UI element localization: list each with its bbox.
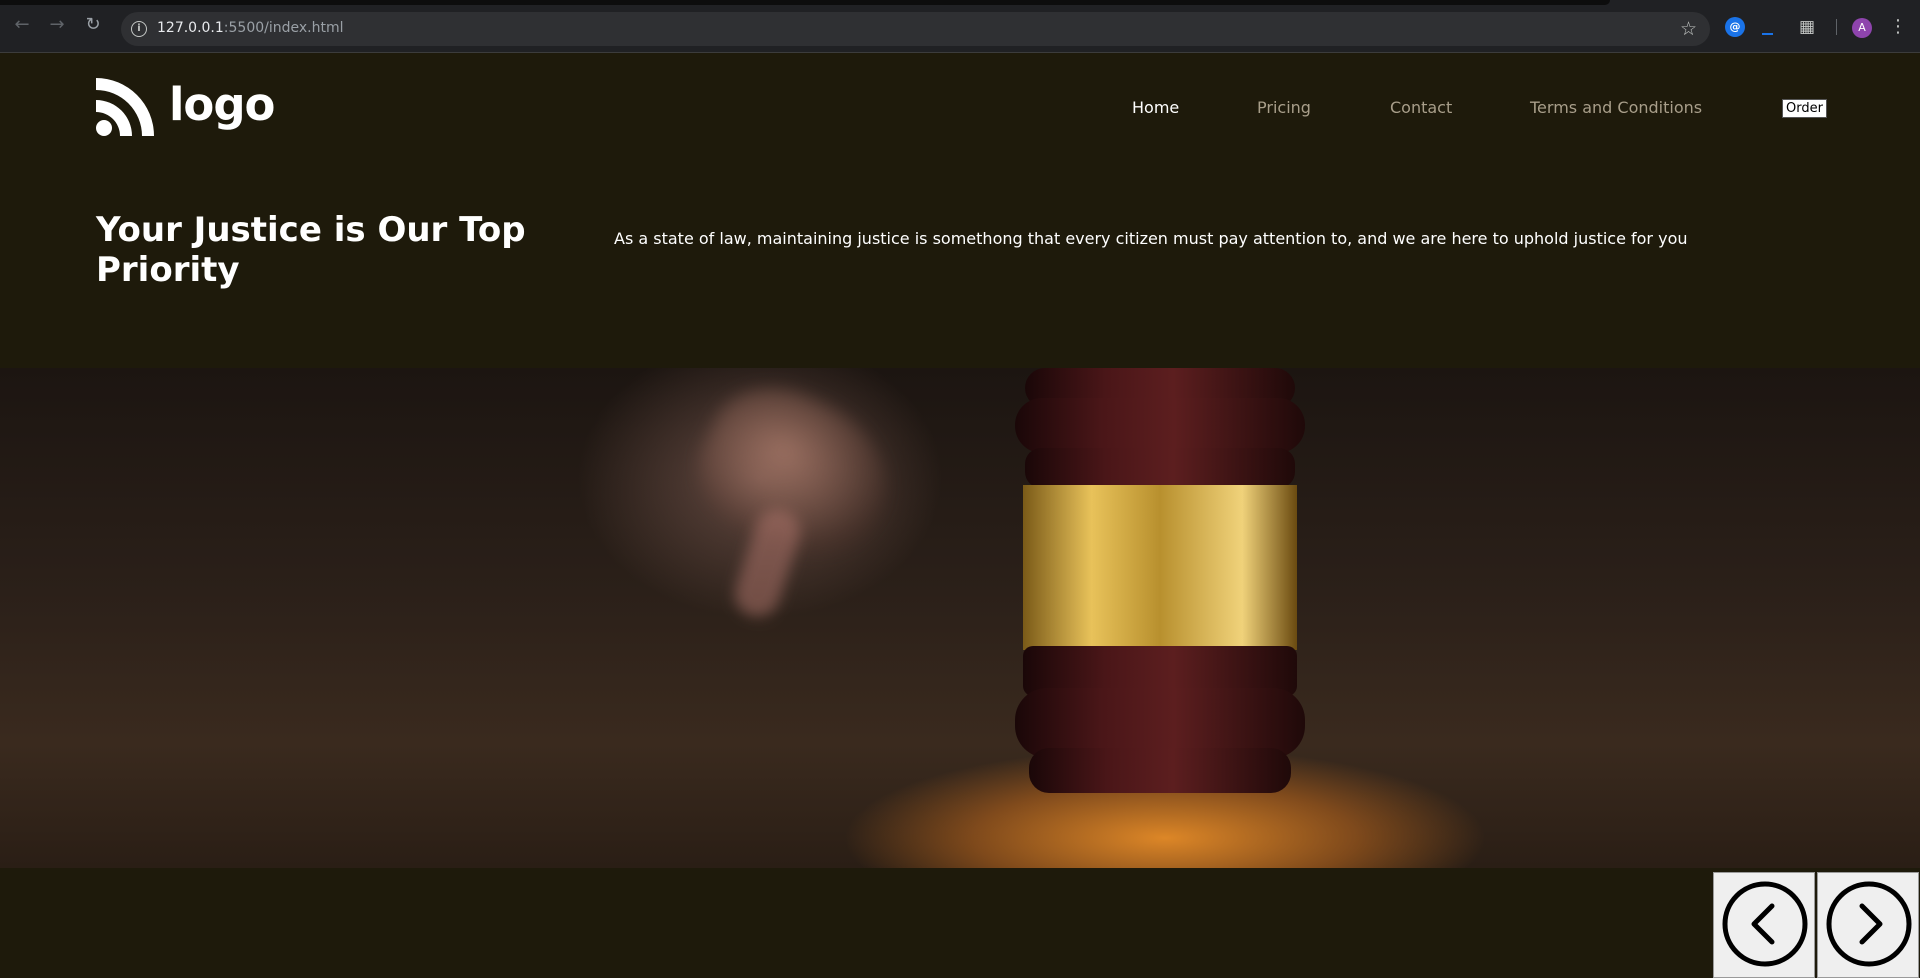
profile-avatar[interactable]: A: [1852, 18, 1872, 38]
reload-icon[interactable]: ↻: [82, 14, 104, 36]
nav-pricing[interactable]: Pricing: [1257, 98, 1311, 117]
slider-next-button[interactable]: [1817, 872, 1919, 978]
hero-description: As a state of law, maintaining justice i…: [614, 229, 1688, 248]
chevron-right-icon: [1826, 881, 1912, 967]
order-button[interactable]: Order: [1782, 99, 1827, 118]
browser-toolbar: ← → ↻ i 127.0.0.1:5500/index.html ☆ @ ▦ …: [0, 0, 1920, 53]
nav-home[interactable]: Home: [1132, 98, 1179, 117]
url-host: 127.0.0.1: [157, 20, 224, 36]
back-icon[interactable]: ←: [11, 14, 33, 36]
bookmark-star-icon[interactable]: ☆: [1680, 18, 1697, 40]
extensions-puzzle-icon[interactable]: ▦: [1797, 17, 1817, 37]
hero-banner-image: [0, 368, 1920, 868]
extension-icon[interactable]: @: [1725, 17, 1745, 37]
nav-contact[interactable]: Contact: [1390, 98, 1452, 117]
url-text[interactable]: 127.0.0.1:5500/index.html: [157, 20, 344, 36]
extension-underline-icon[interactable]: [1762, 33, 1773, 35]
forward-icon[interactable]: →: [46, 14, 68, 36]
url-path: :5500/index.html: [223, 20, 344, 36]
site-info-icon[interactable]: i: [131, 21, 147, 37]
page: logo Home Pricing Contact Terms and Cond…: [0, 53, 1920, 978]
toolbar-separator: [1836, 19, 1837, 35]
gavel-icon: [1015, 368, 1305, 793]
chevron-left-icon: [1722, 881, 1808, 967]
main-nav: Home Pricing Contact Terms and Condition…: [0, 98, 1920, 122]
slider-prev-button[interactable]: [1713, 872, 1815, 978]
nav-terms[interactable]: Terms and Conditions: [1530, 98, 1702, 117]
hero-title: Your Justice is Our Top Priority: [96, 210, 526, 290]
address-bar[interactable]: i 127.0.0.1:5500/index.html ☆: [121, 12, 1710, 46]
menu-kebab-icon[interactable]: ⋮: [1889, 17, 1907, 37]
tab-strip: [0, 0, 1610, 5]
